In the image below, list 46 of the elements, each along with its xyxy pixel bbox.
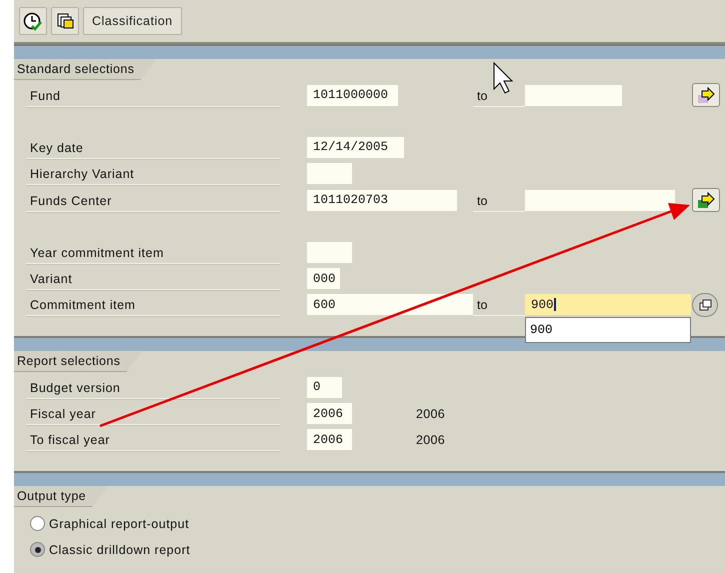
input-field[interactable]: 2006 <box>307 403 352 424</box>
arrow-square-icon <box>697 86 715 104</box>
windows-icon <box>698 297 712 312</box>
input-field[interactable] <box>525 84 622 106</box>
field-label: Variant <box>26 270 280 290</box>
input-field[interactable] <box>525 190 675 211</box>
field-label: Fiscal year <box>26 405 280 426</box>
input-field[interactable] <box>307 163 352 184</box>
field-label: To fiscal year <box>26 431 280 452</box>
section-title: Standard selections <box>14 59 156 80</box>
field-label: Hierarchy Variant <box>26 165 280 186</box>
mouse-cursor-icon <box>494 62 514 94</box>
input-field[interactable]: 12/14/2005 <box>307 136 404 158</box>
input-field[interactable]: 2006 <box>307 429 352 450</box>
input-field[interactable] <box>307 242 352 263</box>
input-field[interactable]: 1011000000 <box>307 84 398 106</box>
input-field[interactable]: 900 <box>525 294 691 316</box>
value-text: 2006 <box>416 406 446 421</box>
field-label: Key date <box>26 138 280 159</box>
value-help-button[interactable] <box>692 292 718 317</box>
copy-pages-icon <box>56 12 74 30</box>
radio-button[interactable] <box>30 542 45 558</box>
section-title: Output type <box>14 486 108 507</box>
multiple-selection-button[interactable] <box>692 188 720 212</box>
option-label: Classic drilldown report <box>49 542 190 557</box>
option-label: Graphical report-output <box>49 516 190 531</box>
field-label: Fund <box>26 86 280 107</box>
multiple-selection-button[interactable] <box>692 83 720 108</box>
value-text: 2006 <box>416 432 446 447</box>
text-cursor <box>554 298 556 312</box>
field-label: Budget version <box>26 378 280 399</box>
copy-button[interactable] <box>51 7 79 35</box>
field-label: Funds Center <box>26 192 280 212</box>
input-field[interactable]: 0 <box>307 376 342 398</box>
radio-button[interactable] <box>30 516 45 532</box>
execute-button[interactable] <box>19 7 47 35</box>
classification-button[interactable]: Classification <box>83 7 182 35</box>
clock-check-icon <box>23 11 43 31</box>
field-label: Year commitment item <box>26 244 280 264</box>
arrow-square-icon <box>697 192 715 209</box>
field-label: Commitment item <box>26 296 280 316</box>
input-field[interactable]: 000 <box>307 268 340 290</box>
section-title: Report selections <box>14 351 142 372</box>
input-field[interactable]: 1011020703 <box>307 190 457 211</box>
input-field[interactable]: 600 <box>307 294 473 316</box>
suggestion-item[interactable]: 900 <box>525 317 691 344</box>
